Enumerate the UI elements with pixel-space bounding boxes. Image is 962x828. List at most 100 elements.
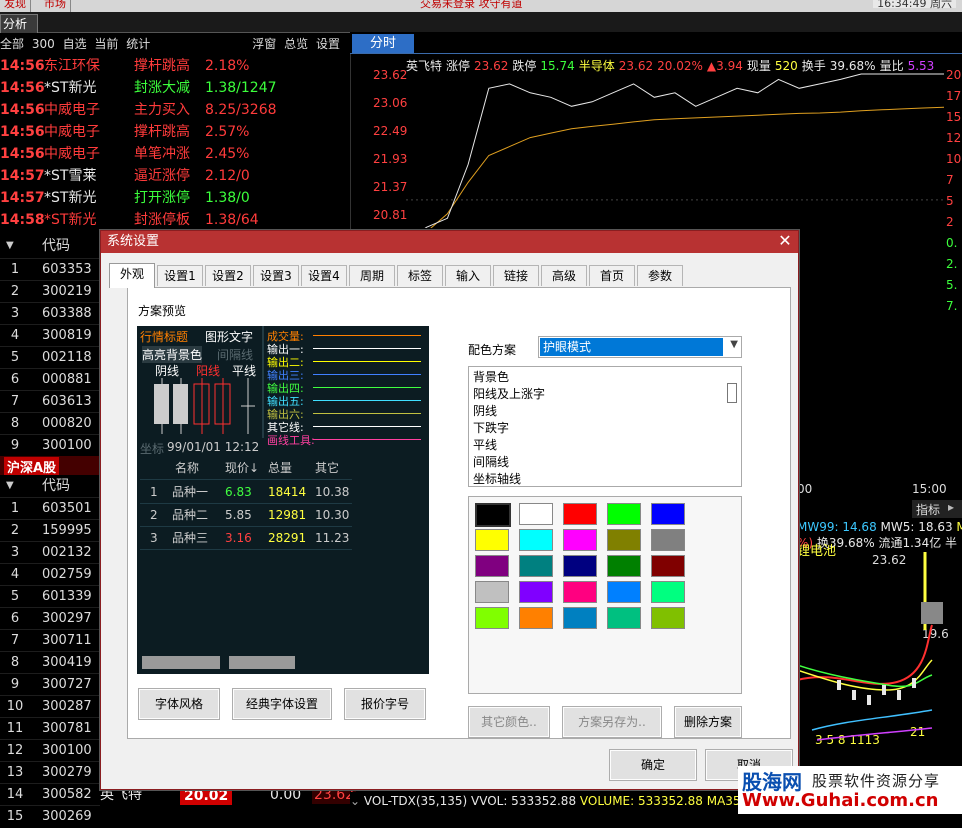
color-item[interactable]: 坐标轴线 [473,470,521,486]
tab-5[interactable]: 周期 [349,265,395,286]
section-label[interactable]: 沪深A股 [4,457,60,476]
color-item[interactable]: 背景色 [473,368,509,385]
tab-6[interactable]: 标签 [397,265,443,286]
color-swatch[interactable] [519,503,553,525]
close-icon[interactable]: ✕ [776,231,794,253]
color-swatch[interactable] [651,503,685,525]
list-row[interactable]: 5 601339 [0,585,100,608]
list-row[interactable]: 9 300727 [0,673,100,696]
tab-intraday[interactable]: 分时 [352,34,414,53]
color-swatch[interactable] [607,607,641,629]
list-row[interactable]: 2 300219 [0,280,100,303]
list-row[interactable]: 3 603388 [0,302,100,325]
list-header-1[interactable]: ▼ 代码 [0,235,100,257]
color-item-list[interactable]: 背景色 阳线及上涨字 阴线 下跌字 平线 间隔线 坐标轴线 [468,366,742,487]
color-swatch[interactable] [519,555,553,577]
filter-stats[interactable]: 统计 [126,37,150,51]
color-swatch[interactable] [475,529,509,551]
dialog-title-bar[interactable]: 系统设置 ✕ [101,231,798,253]
color-swatch[interactable] [563,581,597,603]
alert-row[interactable]: 14:56 东江环保 撑杆跳高 2.18% [0,55,350,77]
color-item[interactable]: 阴线 [473,402,497,419]
list-row[interactable]: 8 300419 [0,651,100,674]
intraday-chart[interactable]: 英飞特 涨停 23.62 跌停 15.74 半导体 23.62 20.02% ▲3.94 现量 52… [350,54,962,313]
list-row[interactable]: 6 000881 [0,368,100,391]
quote-font-size-button[interactable]: 报价字号 [344,688,426,720]
list-row[interactable]: 7 603613 [0,390,100,413]
color-swatch[interactable] [607,555,641,577]
tab-11[interactable]: 参数 [637,265,683,286]
list-row[interactable]: 4 002759 [0,563,100,586]
color-swatch[interactable] [519,581,553,603]
delete-scheme-button[interactable]: 删除方案 [674,706,742,738]
tab-7[interactable]: 输入 [445,265,491,286]
color-swatch[interactable] [563,607,597,629]
other-color-button[interactable]: 其它颜色.. [468,706,550,738]
list-row[interactable]: 6 300297 [0,607,100,630]
filter-watchlist[interactable]: 自选 [63,37,87,51]
alert-row[interactable]: 14:56 中威电子 单笔冲涨 2.45% [0,143,350,165]
color-swatch[interactable] [607,529,641,551]
color-swatch[interactable] [563,503,597,525]
list-row[interactable]: 8 000820 [0,412,100,435]
color-item[interactable]: 阳线及上涨字 [473,385,545,402]
alert-row[interactable]: 14:57 *ST新光 打开涨停 1.38/0 [0,187,350,209]
classic-font-button[interactable]: 经典字体设置 [232,688,332,720]
list-row[interactable]: 1 603501 [0,497,100,520]
list-row[interactable]: 10 300287 [0,695,100,718]
list-row[interactable]: 5 002118 [0,346,100,369]
list-row[interactable]: 11 300781 [0,717,100,740]
alert-row[interactable]: 14:57 *ST雪莱 逼近涨停 2.12/0 [0,165,350,187]
list-scrollbar-thumb[interactable] [727,383,737,403]
alert-row[interactable]: 14:56 中威电子 撑杆跳高 2.57% [0,121,350,143]
color-swatch[interactable] [607,581,641,603]
save-scheme-as-button[interactable]: 方案另存为.. [562,706,662,738]
alert-settings-button[interactable]: 设置 [316,37,340,51]
alert-row[interactable]: 14:56 *ST新光 封涨大减 1.38/1247 [0,77,350,99]
color-swatch[interactable] [651,607,685,629]
filter-current[interactable]: 当前 [94,37,118,51]
color-item[interactable]: 下跌字 [473,419,509,436]
color-swatch[interactable] [475,581,509,603]
font-style-button[interactable]: 字体风格 [138,688,220,720]
color-swatch[interactable] [651,581,685,603]
list-row[interactable]: 7 300711 [0,629,100,652]
color-swatch[interactable] [475,555,509,577]
discover-button[interactable]: 发现 [0,0,31,12]
filter-all[interactable]: 全部 [0,37,24,51]
tab-1[interactable]: 设置1 [157,265,203,286]
filter-300[interactable]: 300 [32,37,55,51]
alert-row[interactable]: 14:58 *ST新光 封涨停板 1.38/64 [0,209,350,231]
collapse-icon[interactable]: ⌄ [350,794,364,808]
list-row[interactable]: 4 300819 [0,324,100,347]
tab-2[interactable]: 设置2 [205,265,251,286]
tab-analysis[interactable]: 分析 [0,14,38,33]
color-item[interactable]: 平线 [473,436,497,453]
tab-10[interactable]: 首页 [589,265,635,286]
list-row[interactable]: 12 300100 [0,739,100,762]
color-scheme-select[interactable]: 护眼模式 ▼ [538,336,742,358]
tab-4[interactable]: 设置4 [301,265,347,286]
list-row[interactable]: 3 002132 [0,541,100,564]
list-row[interactable]: 1 603353 [0,258,100,281]
color-swatch[interactable] [519,607,553,629]
color-item[interactable]: 间隔线 [473,453,509,470]
color-swatch[interactable] [563,529,597,551]
list-row[interactable]: 9 300100 [0,434,100,457]
list-row[interactable]: 14 300582 [0,783,100,806]
alert-row[interactable]: 14:56 中威电子 主力买入 8.25/3268 [0,99,350,121]
tab-3[interactable]: 设置3 [253,265,299,286]
tab-8[interactable]: 链接 [493,265,539,286]
color-swatch[interactable] [475,503,511,527]
float-window-button[interactable]: 浮窗 [252,37,276,51]
color-swatch[interactable] [563,555,597,577]
color-swatch[interactable] [651,529,685,551]
list-row[interactable]: 2 159995 [0,519,100,542]
ok-button[interactable]: 确定 [609,749,697,781]
list-header-2[interactable]: ▼ 代码 [0,475,100,497]
color-swatch[interactable] [475,607,509,629]
overview-button[interactable]: 总览 [284,37,308,51]
color-swatch[interactable] [651,555,685,577]
color-swatch[interactable] [607,503,641,525]
list-row[interactable]: 13 300279 [0,761,100,784]
